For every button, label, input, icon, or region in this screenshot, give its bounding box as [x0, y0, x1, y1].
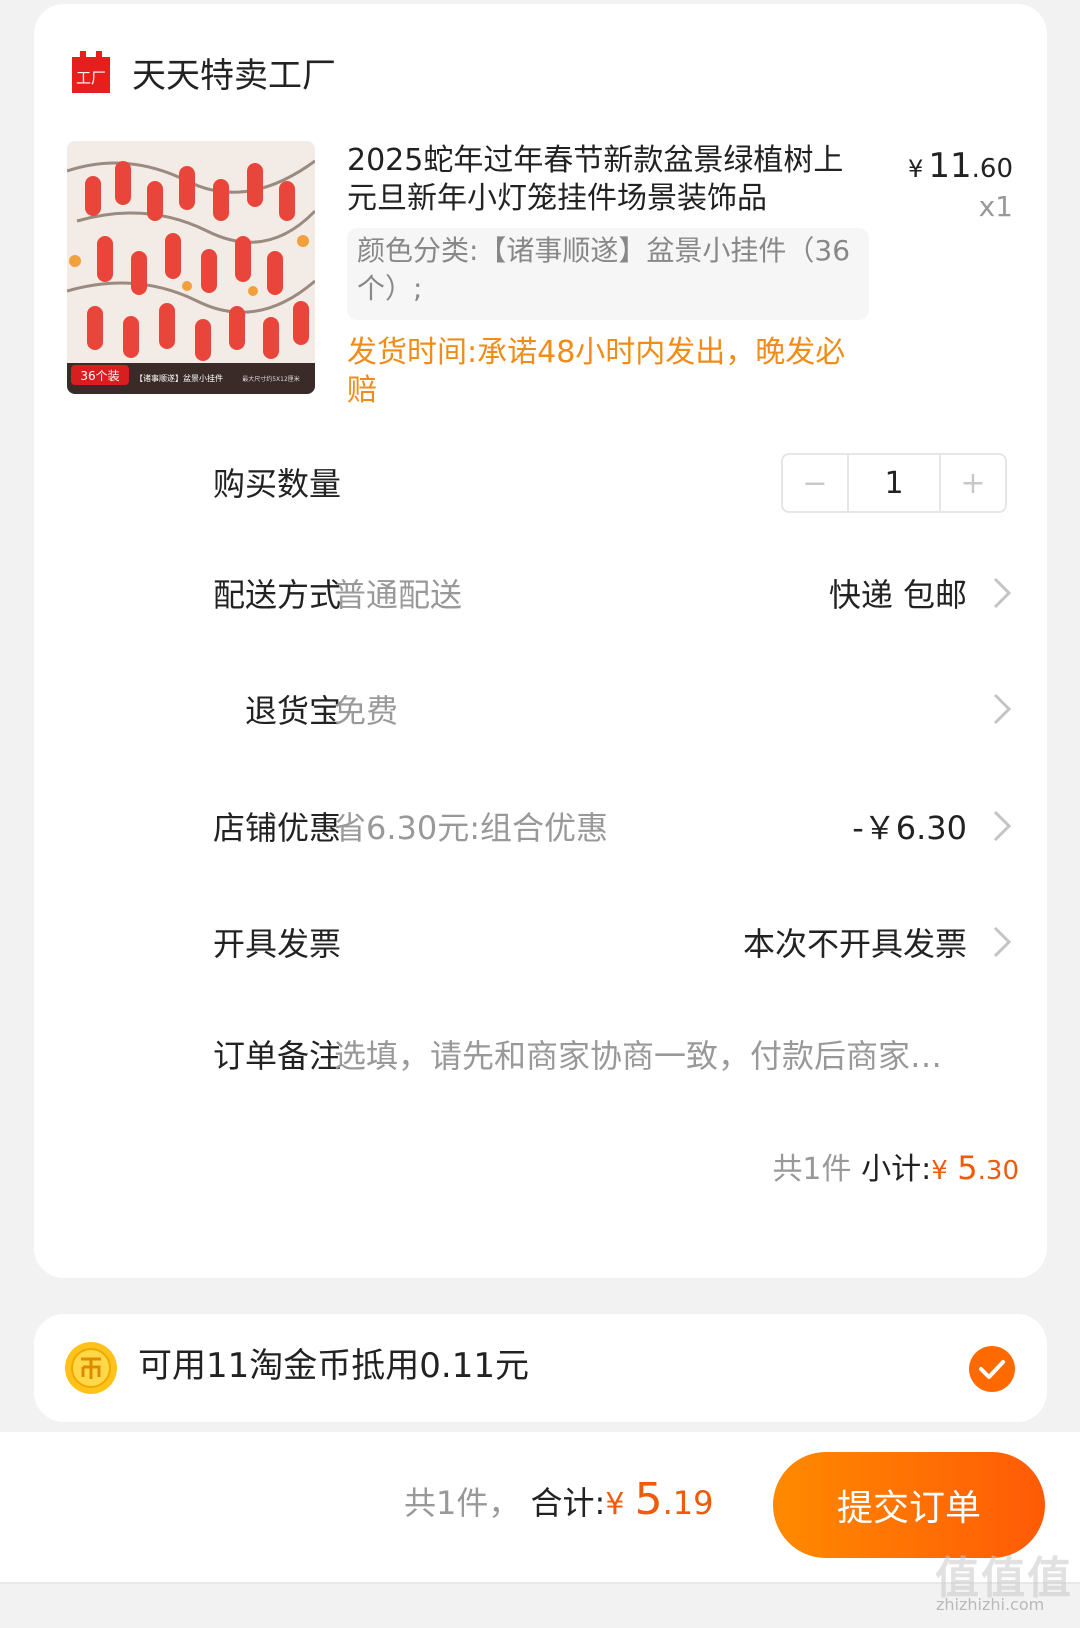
subtotal: 共1件 小计:¥ 5.30: [772, 1144, 1019, 1188]
store-discount-amount: -￥6.30: [852, 809, 967, 847]
chevron-right-icon: [993, 926, 1012, 958]
product-quantity: x1: [978, 190, 1013, 223]
taojinbi-card[interactable]: 可用11淘金币抵用0.11元: [34, 1314, 1047, 1422]
subtotal-integer: 5: [957, 1149, 978, 1187]
store-discount-row[interactable]: 店铺优惠 省6.30元:组合优惠 -￥6.30: [34, 798, 1047, 854]
taojinbi-text: 可用11淘金币抵用0.11元: [138, 1346, 529, 1386]
return-insurance-value: 免费: [334, 692, 399, 730]
product-image[interactable]: 36个装 【诸事顺遂】盆景小挂件 最大尺寸约5X12厘米: [67, 141, 315, 394]
total-symbol: ¥: [605, 1487, 625, 1522]
order-remark-input[interactable]: 选填，请先和商家协商一致，付款后商家…: [334, 1031, 974, 1077]
subtotal-label: 小计:: [861, 1152, 932, 1187]
shop-header[interactable]: 工厂 天天特卖工厂: [70, 44, 336, 100]
chevron-right-icon: [993, 810, 1012, 842]
shop-logo-icon: 工厂: [72, 51, 110, 93]
invoice-row[interactable]: 开具发票 本次不开具发票: [34, 914, 1047, 970]
coin-icon: [65, 1342, 117, 1394]
watermark-url: zhizhizhi.com: [936, 1595, 1045, 1614]
store-discount-desc: 省6.30元:组合优惠: [334, 809, 609, 847]
total-decimal: .19: [662, 1484, 714, 1522]
invoice-label: 开具发票: [212, 925, 341, 963]
quantity-stepper[interactable]: − 1 +: [781, 453, 1007, 513]
order-card: 工厂 天天特卖工厂 36个装 【诸事顺遂】盆景小挂件 最大尺寸约5X12厘米 2…: [34, 4, 1047, 1278]
image-badge: 36个装: [80, 369, 119, 383]
checkout-bar: 共1件， 合计:¥ 5.19 提交订单: [0, 1432, 1080, 1582]
quantity-input[interactable]: 1: [847, 455, 941, 511]
delivery-row[interactable]: 配送方式 普通配送 快递 包邮: [34, 565, 1047, 621]
return-insurance-label: 退货宝: [244, 692, 341, 730]
shop-name[interactable]: 天天特卖工厂: [132, 48, 336, 97]
subtotal-decimal: .30: [977, 1156, 1019, 1186]
order-remark-row[interactable]: 订单备注 选填，请先和商家协商一致，付款后商家…: [34, 1026, 1047, 1082]
return-insurance-row[interactable]: 退货宝 免费: [34, 681, 1047, 737]
decrement-button[interactable]: −: [783, 455, 847, 511]
subtotal-count: 共1件: [772, 1152, 852, 1187]
shop-logo-text: 工厂: [76, 69, 106, 87]
sku-selector[interactable]: 颜色分类:【诸事顺遂】盆景小挂件（36个）;: [347, 228, 869, 320]
price-integer: 11: [928, 146, 972, 186]
chevron-right-icon: [993, 693, 1012, 725]
price-decimal: .60: [971, 154, 1013, 184]
order-total: 共1件， 合计:¥ 5.19: [404, 1474, 714, 1525]
bottom-divider: [0, 1582, 1080, 1584]
chevron-right-icon: [993, 577, 1012, 609]
product-price: ¥ 11.60: [908, 146, 1013, 186]
delivery-method: 普通配送: [334, 576, 463, 614]
image-caption: 【诸事顺遂】盆景小挂件: [135, 373, 223, 383]
order-remark-label: 订单备注: [212, 1037, 341, 1075]
delivery-label: 配送方式: [212, 576, 341, 614]
invoice-value: 本次不开具发票: [742, 925, 967, 963]
subtotal-symbol: ¥: [931, 1156, 948, 1186]
image-size-note: 最大尺寸约5X12厘米: [242, 375, 300, 383]
increment-button[interactable]: +: [941, 455, 1005, 511]
product-title[interactable]: 2025蛇年过年春节新款盆景绿植树上元旦新年小灯笼挂件场景装饰品: [347, 142, 847, 218]
store-discount-label: 店铺优惠: [212, 809, 341, 847]
total-count: 共1件，: [404, 1484, 521, 1522]
delivery-value: 快递 包邮: [828, 576, 967, 614]
total-integer: 5: [634, 1474, 663, 1525]
shipping-promise: 发货时间:承诺48小时内发出，晚发必赔: [347, 335, 846, 408]
checkbox-checked-icon[interactable]: [969, 1346, 1015, 1392]
quantity-label: 购买数量: [212, 465, 341, 503]
price-symbol: ¥: [908, 155, 924, 183]
total-label: 合计:: [530, 1484, 606, 1522]
